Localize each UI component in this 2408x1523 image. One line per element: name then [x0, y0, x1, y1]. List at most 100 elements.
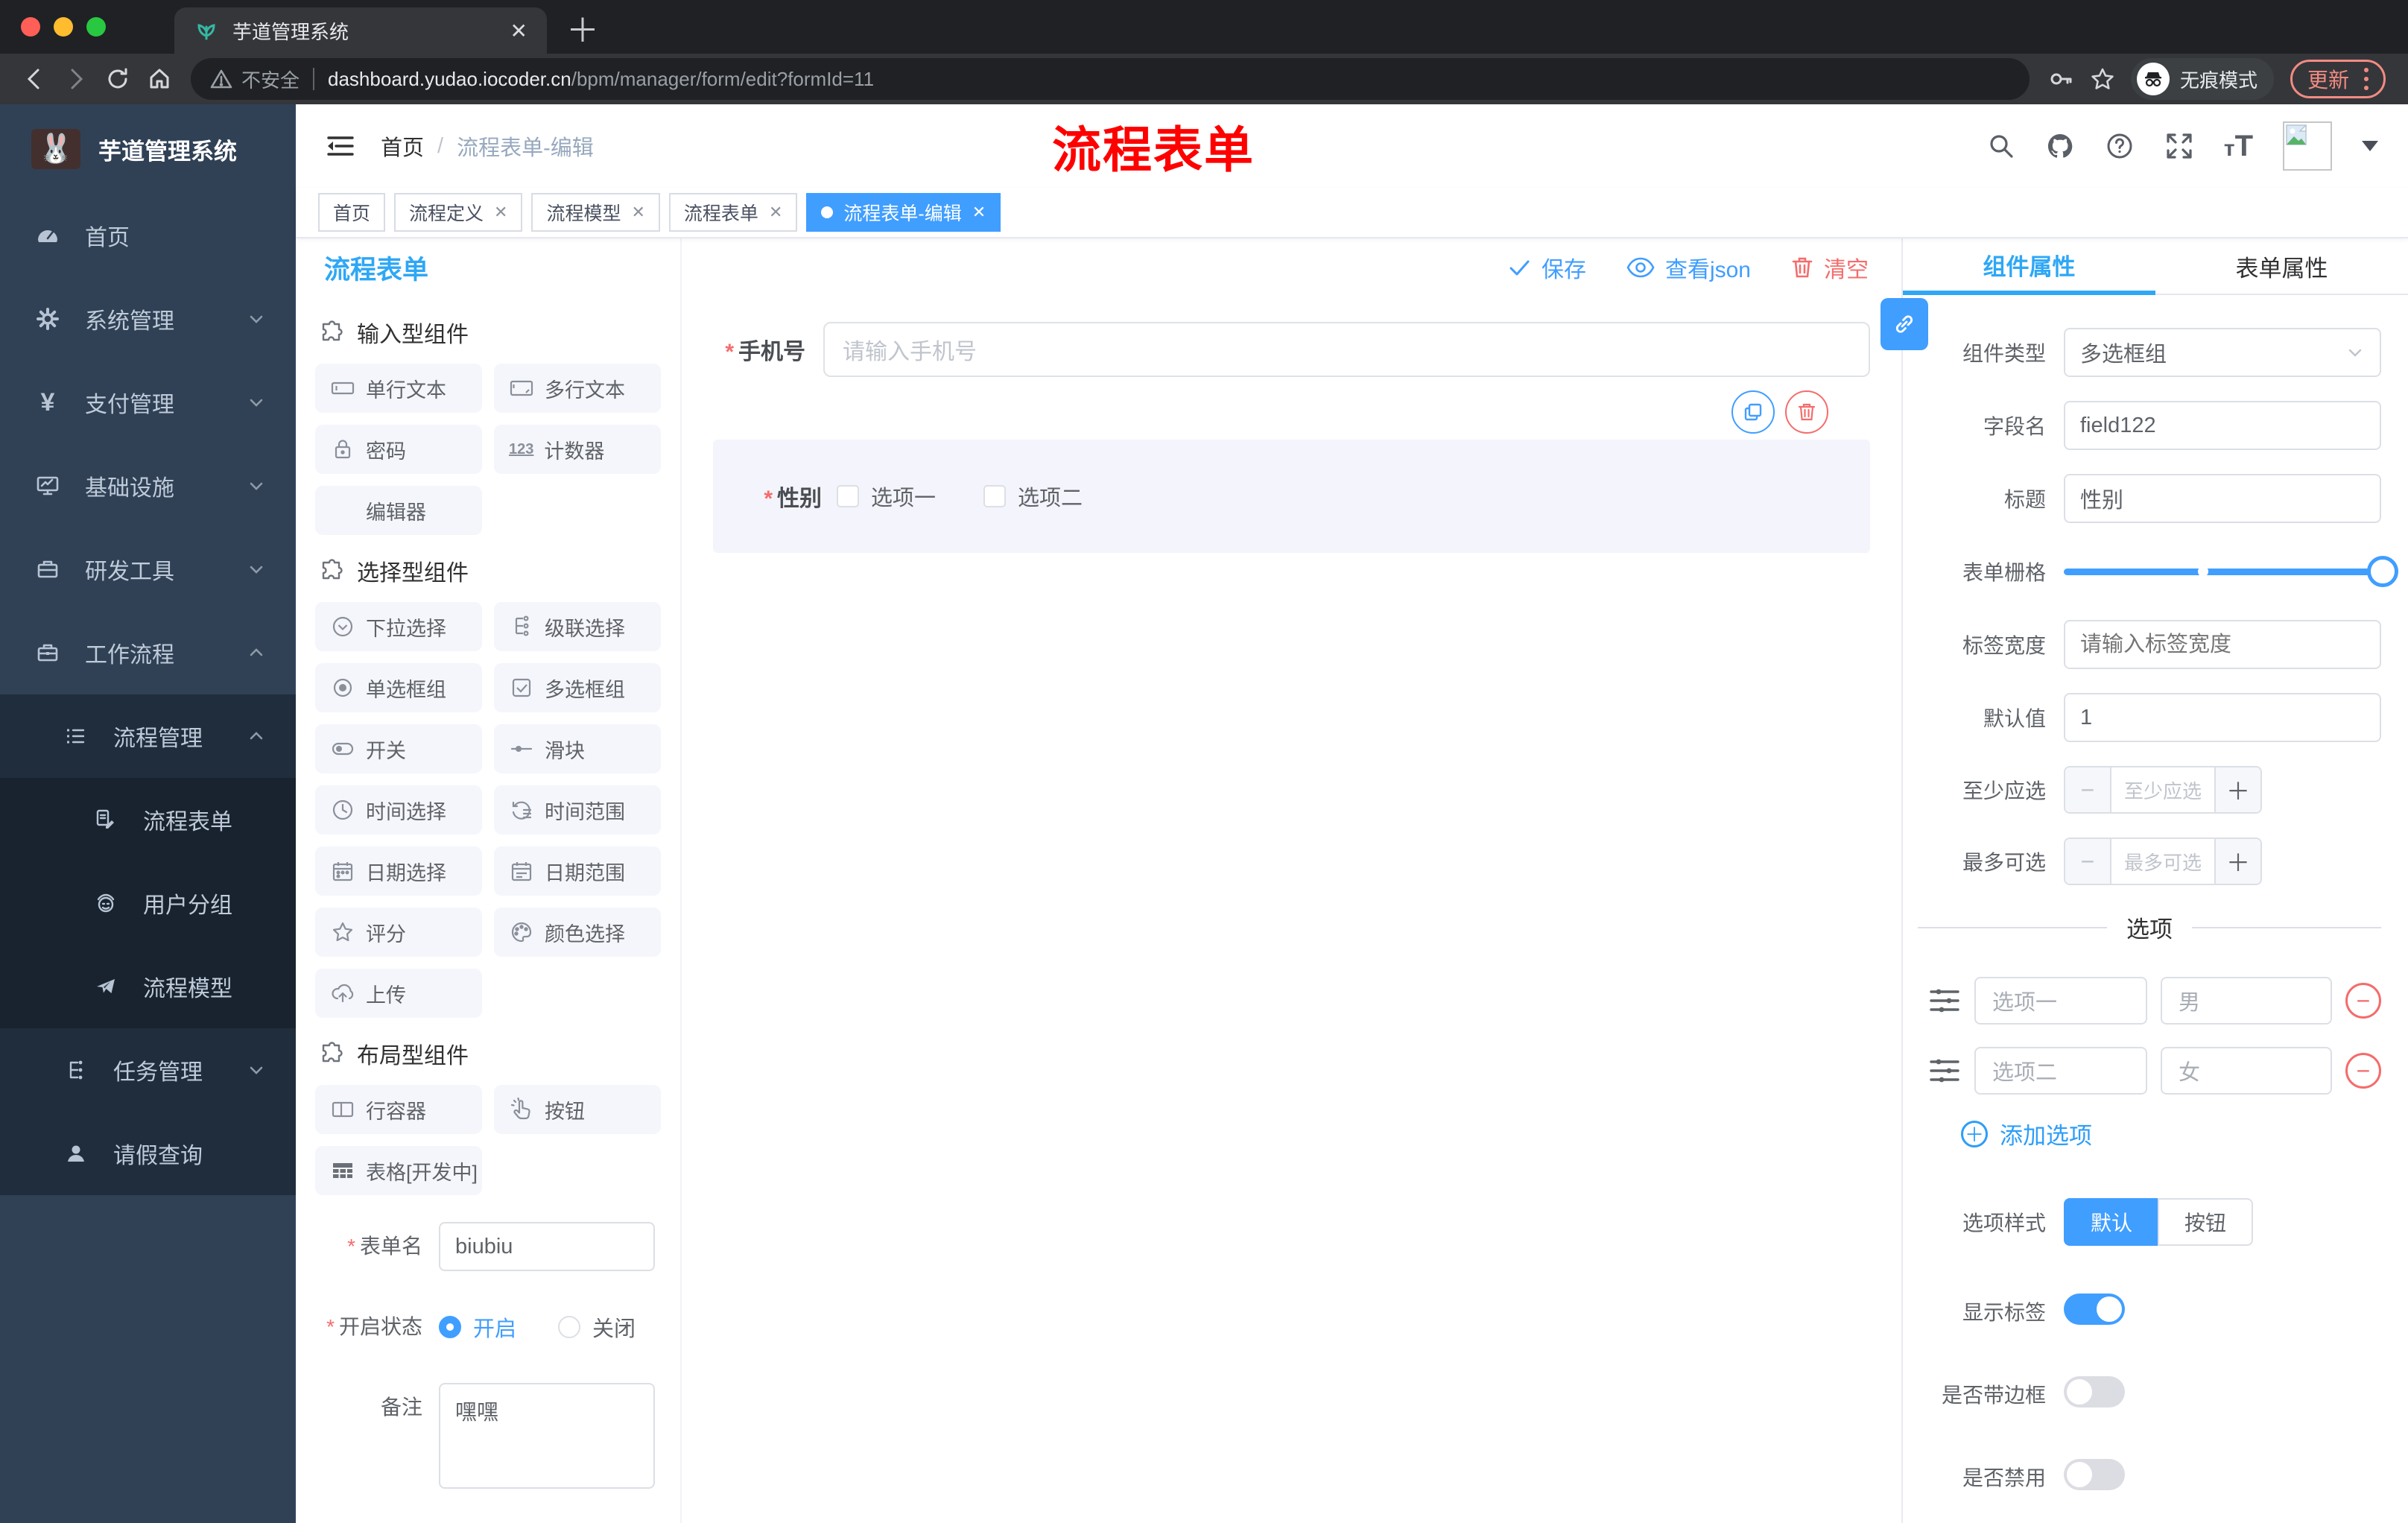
component-row-container[interactable]: 行容器: [315, 1085, 482, 1134]
help-icon[interactable]: [2105, 131, 2135, 161]
status-radio-off[interactable]: 关闭: [558, 1311, 636, 1343]
browser-menu-icon[interactable]: [2364, 68, 2369, 90]
slider-handle[interactable]: [2367, 556, 2398, 587]
tag-process-form[interactable]: 流程表单 ✕: [668, 193, 798, 232]
selected-widget-gender[interactable]: * 性别 选项一 选项二: [713, 390, 1870, 553]
tag-process-model[interactable]: 流程模型 ✕: [531, 193, 660, 232]
browser-update-button[interactable]: 更新: [2290, 60, 2386, 98]
sidebar-item-home[interactable]: 首页: [0, 194, 296, 277]
tag-process-form-edit[interactable]: 流程表单-编辑 ✕: [806, 193, 1001, 232]
checkbox-unchecked-icon[interactable]: [837, 485, 859, 507]
option-label-input[interactable]: 选项一: [1974, 977, 2147, 1025]
option-value-input[interactable]: 女: [2160, 1047, 2332, 1095]
component-table[interactable]: 表格[开发中]: [315, 1146, 482, 1195]
font-size-icon[interactable]: ᴛT: [2224, 130, 2253, 163]
component-date-range[interactable]: 日期范围: [494, 846, 661, 896]
tag-close-icon[interactable]: ✕: [769, 203, 782, 222]
option-label-input[interactable]: 选项二: [1974, 1047, 2147, 1095]
view-json-button[interactable]: 查看json: [1626, 251, 1751, 284]
slider-track[interactable]: [2064, 556, 2398, 587]
component-color-picker[interactable]: 颜色选择: [494, 908, 661, 957]
form-name-input[interactable]: [439, 1222, 655, 1271]
sidebar-item-system[interactable]: 系统管理: [0, 277, 296, 361]
phone-field[interactable]: * 手机号 请输入手机号: [713, 322, 1870, 377]
option-value-input[interactable]: 男: [2160, 977, 2332, 1025]
sidebar-item-user-groups[interactable]: 用户分组: [0, 861, 296, 945]
password-key-icon[interactable]: [2040, 58, 2082, 100]
address-bar[interactable]: 不安全 dashboard.yudao.iocoder.cn/bpm/manag…: [191, 58, 2030, 100]
component-slider[interactable]: 滑块: [494, 724, 661, 773]
component-cascader[interactable]: 级联选择: [494, 602, 661, 651]
form-grid-slider[interactable]: [2064, 547, 2398, 596]
browser-tab[interactable]: 芋道管理系统 ✕: [174, 7, 547, 54]
tag-home[interactable]: 首页: [318, 193, 386, 232]
component-editor[interactable]: 编辑器: [315, 486, 482, 535]
bookmark-star-icon[interactable]: [2082, 58, 2123, 100]
clear-button[interactable]: 清空: [1791, 251, 1869, 284]
sidebar-item-devtools[interactable]: 研发工具: [0, 528, 296, 611]
remove-option-button[interactable]: −: [2345, 1053, 2381, 1089]
sidebar-item-task-management[interactable]: 任务管理: [0, 1028, 296, 1112]
avatar[interactable]: [2283, 121, 2332, 171]
sidebar-item-infrastructure[interactable]: 基础设施: [0, 444, 296, 528]
sidebar-item-process-management[interactable]: 流程管理: [0, 694, 296, 778]
stepper-value[interactable]: 至少应选: [2111, 767, 2214, 812]
sidebar-fold-icon[interactable]: [326, 133, 355, 159]
show-label-toggle[interactable]: [2064, 1294, 2125, 1325]
back-icon[interactable]: [13, 58, 55, 100]
delete-widget-button[interactable]: [1785, 390, 1828, 434]
drag-handle-icon[interactable]: [1928, 1056, 1961, 1086]
status-radio-on[interactable]: 开启: [439, 1311, 516, 1343]
stepper-value[interactable]: 最多可选: [2111, 839, 2214, 884]
add-option-button[interactable]: ＋ 添加选项: [1961, 1117, 2381, 1150]
tag-process-definition[interactable]: 流程定义 ✕: [394, 193, 523, 232]
copy-widget-button[interactable]: [1731, 390, 1775, 434]
style-default-button[interactable]: 默认: [2064, 1198, 2158, 1246]
title-input[interactable]: [2064, 474, 2381, 523]
search-icon[interactable]: [1987, 132, 2015, 160]
component-switch[interactable]: 开关: [315, 724, 482, 773]
component-rate[interactable]: 评分: [315, 908, 482, 957]
component-single-line-text[interactable]: 单行文本: [315, 364, 482, 413]
component-multi-line-text[interactable]: 多行文本: [494, 364, 661, 413]
component-counter[interactable]: 123 计数器: [494, 425, 661, 474]
remove-option-button[interactable]: −: [2345, 983, 2381, 1019]
component-upload[interactable]: 上传: [315, 969, 482, 1018]
label-width-input[interactable]: [2064, 620, 2381, 669]
home-icon[interactable]: [139, 58, 180, 100]
field-name-input[interactable]: [2064, 401, 2381, 450]
stepper-plus-button[interactable]: ＋: [2214, 839, 2260, 884]
gender-option-1[interactable]: 选项一: [837, 481, 936, 512]
component-button[interactable]: 按钮: [494, 1085, 661, 1134]
new-tab-button[interactable]: ＋: [566, 15, 599, 48]
tab-component-props[interactable]: 组件属性: [1903, 238, 2155, 295]
component-select[interactable]: 下拉选择: [315, 602, 482, 651]
component-time-picker[interactable]: 时间选择: [315, 785, 482, 835]
stepper-plus-button[interactable]: ＋: [2214, 767, 2260, 812]
component-type-select[interactable]: 多选框组: [2064, 328, 2381, 377]
remark-textarea[interactable]: 嘿嘿: [439, 1383, 655, 1489]
avatar-caret-icon[interactable]: [2362, 141, 2378, 151]
component-radio-group[interactable]: 单选框组: [315, 663, 482, 712]
disabled-toggle[interactable]: [2064, 1459, 2125, 1490]
tag-close-icon[interactable]: ✕: [631, 203, 644, 222]
form-canvas[interactable]: * 手机号 请输入手机号 * 性别 选项一 选项二: [682, 297, 1901, 1523]
phone-input[interactable]: 请输入手机号: [823, 322, 1870, 377]
drag-handle-icon[interactable]: [1928, 986, 1961, 1016]
minimize-window-button[interactable]: [54, 17, 73, 37]
default-value-input[interactable]: [2064, 693, 2381, 742]
link-tag-icon[interactable]: [1881, 298, 1928, 350]
save-button[interactable]: 保存: [1507, 251, 1586, 284]
github-icon[interactable]: [2045, 131, 2075, 161]
close-window-button[interactable]: [21, 17, 40, 37]
tag-close-icon[interactable]: ✕: [494, 203, 507, 222]
sidebar-item-leave-query[interactable]: 请假查询: [0, 1112, 296, 1195]
site-security[interactable]: 不安全: [210, 66, 300, 93]
tag-close-icon[interactable]: ✕: [972, 203, 986, 222]
component-time-range[interactable]: 时间范围: [494, 785, 661, 835]
forward-icon[interactable]: [55, 58, 97, 100]
sidebar-item-process-form[interactable]: 流程表单: [0, 778, 296, 861]
sidebar-item-payment[interactable]: ¥ 支付管理: [0, 361, 296, 444]
stepper-minus-button[interactable]: −: [2065, 839, 2111, 884]
stepper-minus-button[interactable]: −: [2065, 767, 2111, 812]
